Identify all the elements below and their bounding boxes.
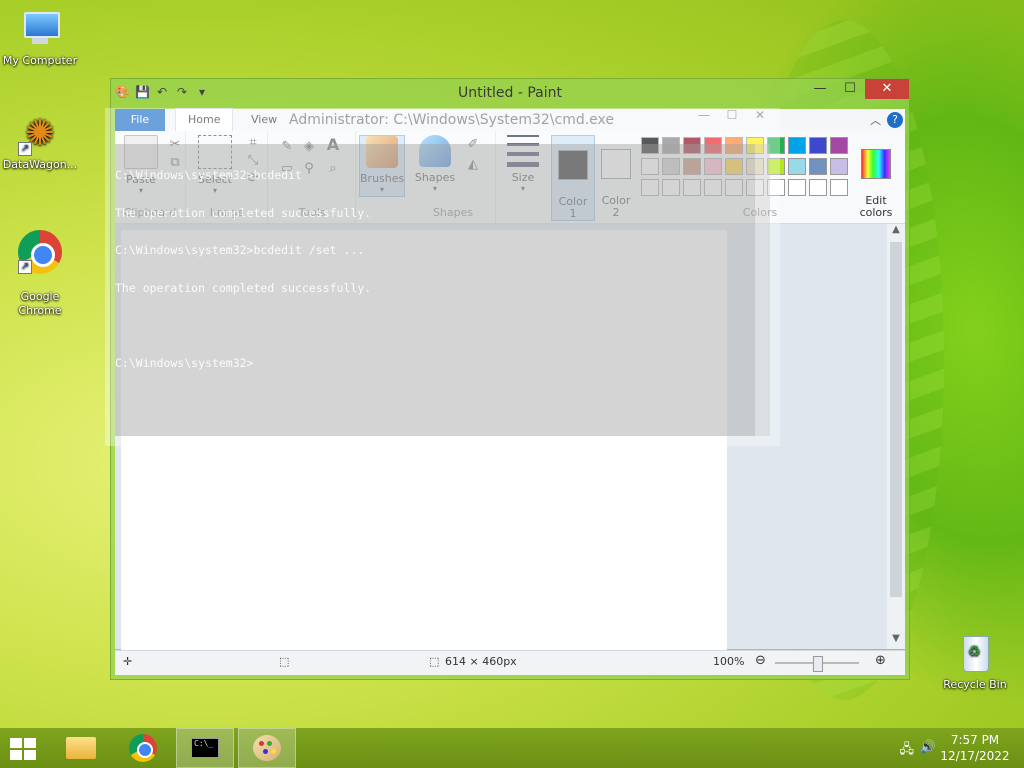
console-line: C:\Windows\system32>bcdedit bbox=[115, 168, 302, 182]
scroll-down-icon[interactable]: ▼ bbox=[887, 633, 905, 649]
taskbar-cmd[interactable]: C:\_ bbox=[176, 728, 234, 768]
window-title: Untitled - Paint bbox=[458, 85, 562, 101]
title-bar[interactable]: 🎨 💾 ↶ ↷ ▾ Untitled - Paint — ☐ ✕ bbox=[111, 79, 909, 107]
desktop-icon-chrome[interactable]: ↗ Google Chrome bbox=[0, 216, 80, 332]
cmd-icon: C:\_ bbox=[191, 738, 219, 758]
zoom-level: 100% bbox=[713, 655, 745, 668]
collapse-ribbon-icon[interactable]: ︿ bbox=[870, 112, 881, 128]
clock[interactable]: 7:57 PM 12/17/2022 bbox=[940, 732, 1010, 764]
scroll-up-icon[interactable]: ▲ bbox=[887, 224, 905, 240]
desktop-icon-recycle-bin[interactable]: Recycle Bin bbox=[935, 632, 1015, 692]
volume-icon[interactable]: 🔊 bbox=[920, 740, 936, 755]
desktop-icon-label: Google Chrome bbox=[18, 290, 62, 317]
cmd-window[interactable]: Administrator: C:\Windows\System32\cmd.e… bbox=[105, 108, 780, 446]
computer-icon bbox=[18, 8, 62, 52]
palette-swatch[interactable] bbox=[809, 137, 827, 154]
taskbar: C:\_ 🖧 🔊 7:57 PM 12/17/2022 bbox=[0, 728, 1024, 768]
cmd-console[interactable]: C:\Windows\system32>bcdedit The operatio… bbox=[115, 144, 755, 436]
chrome-icon: ↗ bbox=[18, 230, 62, 274]
folder-icon bbox=[66, 737, 96, 759]
desktop-icon-label: DataWagon... bbox=[2, 158, 78, 171]
palette-swatch[interactable] bbox=[830, 158, 848, 175]
console-line: C:\Windows\system32>bcdedit /set ... bbox=[115, 243, 365, 257]
cmd-close-button[interactable]: ✕ bbox=[746, 108, 774, 122]
desktop-icon-label: Recycle Bin bbox=[943, 678, 1007, 691]
scroll-thumb[interactable] bbox=[890, 242, 902, 597]
desktop-icon-label: My Computer bbox=[2, 54, 78, 67]
palette-swatch[interactable] bbox=[809, 179, 827, 196]
palette-swatch[interactable] bbox=[788, 137, 806, 154]
zoom-in-icon[interactable]: ⊕ bbox=[875, 653, 886, 668]
console-line: The operation completed successfully. bbox=[115, 205, 372, 220]
zoom-slider[interactable] bbox=[775, 656, 859, 672]
desktop-icon-datawagon[interactable]: ✺ ↗ DataWagon... bbox=[0, 112, 80, 172]
close-button[interactable]: ✕ bbox=[865, 79, 909, 99]
palette-swatch[interactable] bbox=[830, 179, 848, 196]
cmd-window-title: Administrator: C:\Windows\System32\cmd.e… bbox=[289, 112, 615, 128]
console-line: C:\Windows\system32> bbox=[115, 355, 254, 370]
taskbar-paint[interactable] bbox=[238, 728, 296, 768]
network-icon[interactable]: 🖧 bbox=[900, 740, 915, 762]
desktop-icon-my-computer[interactable]: My Computer bbox=[0, 8, 80, 68]
help-icon[interactable]: ? bbox=[887, 112, 903, 128]
taskbar-chrome[interactable] bbox=[114, 728, 172, 768]
chrome-icon bbox=[129, 734, 157, 762]
minimize-button[interactable]: — bbox=[805, 79, 835, 99]
paint-icon bbox=[253, 735, 281, 761]
windows-logo-icon bbox=[10, 738, 38, 760]
clock-date: 12/17/2022 bbox=[940, 749, 1010, 763]
maximize-button[interactable]: ☐ bbox=[835, 79, 865, 99]
cursor-position-icon: ✛ bbox=[123, 655, 133, 668]
zoom-out-icon[interactable]: ⊖ bbox=[755, 653, 766, 668]
clock-time: 7:57 PM bbox=[950, 733, 1000, 747]
console-line: The operation completed successfully. bbox=[115, 280, 372, 295]
start-button[interactable] bbox=[0, 728, 48, 768]
datawagon-icon: ✺ ↗ bbox=[18, 112, 62, 156]
canvas-size-text: 614 × 460px bbox=[445, 655, 517, 668]
edit-colors-icon bbox=[861, 149, 891, 179]
cmd-scrollbar[interactable] bbox=[754, 144, 770, 436]
zoom-slider-knob[interactable] bbox=[813, 656, 823, 672]
recycle-bin-icon bbox=[953, 632, 997, 676]
cmd-maximize-button[interactable]: ☐ bbox=[718, 108, 746, 122]
selection-size-icon: ⬚ bbox=[279, 655, 290, 668]
vertical-scrollbar[interactable]: ▲ ▼ bbox=[887, 224, 905, 649]
status-bar: ✛ ⬚ ⬚ 614 × 460px 100% ⊖ ⊕ bbox=[115, 650, 905, 675]
palette-swatch[interactable] bbox=[830, 137, 848, 154]
palette-swatch[interactable] bbox=[788, 179, 806, 196]
cmd-minimize-button[interactable]: — bbox=[690, 108, 718, 122]
canvas-size-icon: ⬚ bbox=[429, 655, 440, 668]
palette-swatch[interactable] bbox=[788, 158, 806, 175]
palette-swatch[interactable] bbox=[809, 158, 827, 175]
taskbar-file-explorer[interactable] bbox=[52, 728, 110, 768]
